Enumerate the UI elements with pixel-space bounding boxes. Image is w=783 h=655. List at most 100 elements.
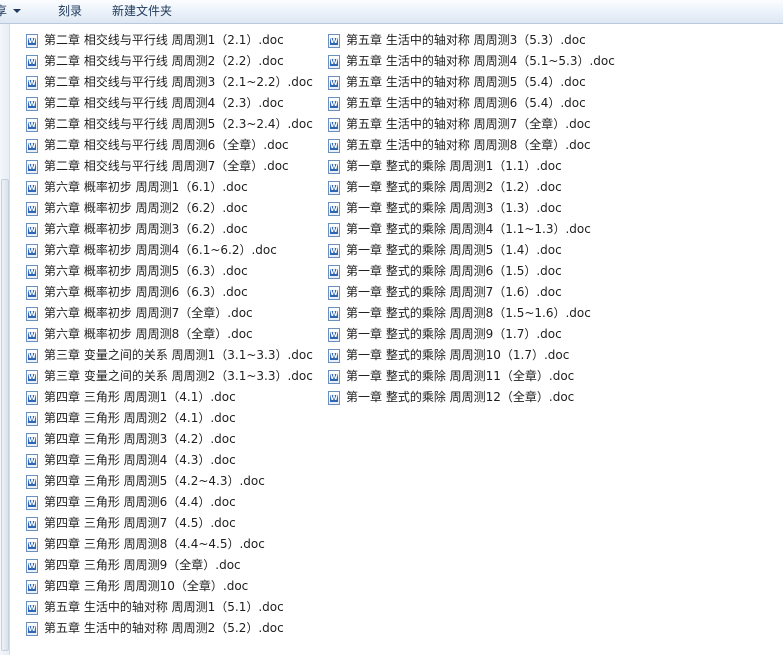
file-name: 第一章 整式的乘除 周周测5（1.4）.doc [346,243,562,257]
file-name: 第四章 三角形 周周测10（全章）.doc [44,579,249,593]
word-document-icon [26,306,38,321]
file-item[interactable]: 第一章 整式的乘除 周周测8（1.5~1.6）.doc [328,303,615,324]
file-list-column-right: 第五章 生活中的轴对称 周周测3（5.3）.doc 第五章 生活中的轴对称 周周测… [328,30,615,408]
file-item[interactable]: 第六章 概率初步 周周测6（6.3）.doc [26,282,313,303]
file-item[interactable]: 第四章 三角形 周周测6（4.4）.doc [26,492,313,513]
file-item[interactable]: 第一章 整式的乘除 周周测6（1.5）.doc [328,261,615,282]
file-item[interactable]: 第四章 三角形 周周测9（全章）.doc [26,555,313,576]
file-item[interactable]: 第六章 概率初步 周周测2（6.2）.doc [26,198,313,219]
word-document-icon [26,558,38,573]
file-item[interactable]: 第六章 概率初步 周周测1（6.1）.doc [26,177,313,198]
file-item[interactable]: 第一章 整式的乘除 周周测11（全章）.doc [328,366,615,387]
share-label: 享 [0,4,8,18]
file-item[interactable]: 第四章 三角形 周周测8（4.4~4.5）.doc [26,534,313,555]
word-document-icon [328,369,340,384]
file-item[interactable]: 第四章 三角形 周周测2（4.1）.doc [26,408,313,429]
word-document-icon [26,96,38,111]
file-item[interactable]: 第四章 三角形 周周测5（4.2~4.3）.doc [26,471,313,492]
file-item[interactable]: 第五章 生活中的轴对称 周周测5（5.4）.doc [328,72,615,93]
word-document-icon [26,159,38,174]
file-item[interactable]: 第一章 整式的乘除 周周测3（1.3）.doc [328,198,615,219]
file-name: 第一章 整式的乘除 周周测7（1.6）.doc [346,285,562,299]
file-name: 第五章 生活中的轴对称 周周测3（5.3）.doc [346,33,586,47]
file-item[interactable]: 第二章 相交线与平行线 周周测6（全章）.doc [26,135,313,156]
word-document-icon [26,432,38,447]
word-document-icon [26,327,38,342]
file-item[interactable]: 第二章 相交线与平行线 周周测7（全章）.doc [26,156,313,177]
word-document-icon [26,33,38,48]
file-name: 第四章 三角形 周周测7（4.5）.doc [44,516,236,530]
file-name: 第六章 概率初步 周周测5（6.3）.doc [44,264,248,278]
file-item[interactable]: 第一章 整式的乘除 周周测9（1.7）.doc [328,324,615,345]
word-document-icon [26,222,38,237]
file-item[interactable]: 第六章 概率初步 周周测4（6.1~6.2）.doc [26,240,313,261]
word-document-icon [26,495,38,510]
file-item[interactable]: 第二章 相交线与平行线 周周测2（2.2）.doc [26,51,313,72]
file-item[interactable]: 第六章 概率初步 周周测8（全章）.doc [26,324,313,345]
word-document-icon [328,138,340,153]
word-document-icon [26,621,38,636]
file-name: 第三章 变量之间的关系 周周测2（3.1~3.3）.doc [44,369,313,383]
file-name: 第四章 三角形 周周测2（4.1）.doc [44,411,236,425]
file-item[interactable]: 第五章 生活中的轴对称 周周测8（全章）.doc [328,135,615,156]
file-name: 第一章 整式的乘除 周周测1（1.1）.doc [346,159,562,173]
file-item[interactable]: 第五章 生活中的轴对称 周周测3（5.3）.doc [328,30,615,51]
file-item[interactable]: 第一章 整式的乘除 周周测5（1.4）.doc [328,240,615,261]
file-name: 第六章 概率初步 周周测1（6.1）.doc [44,180,248,194]
file-item[interactable]: 第一章 整式的乘除 周周测7（1.6）.doc [328,282,615,303]
file-name: 第六章 概率初步 周周测6（6.3）.doc [44,285,248,299]
file-item[interactable]: 第一章 整式的乘除 周周测10（1.7）.doc [328,345,615,366]
file-item[interactable]: 第五章 生活中的轴对称 周周测6（5.4）.doc [328,93,615,114]
file-item[interactable]: 第四章 三角形 周周测4（4.3）.doc [26,450,313,471]
file-name: 第一章 整式的乘除 周周测10（1.7）.doc [346,348,570,362]
burn-button[interactable]: 刻录 [58,2,82,20]
file-item[interactable]: 第一章 整式的乘除 周周测12（全章）.doc [328,387,615,408]
file-item[interactable]: 第二章 相交线与平行线 周周测4（2.3）.doc [26,93,313,114]
word-document-icon [26,600,38,615]
file-item[interactable]: 第三章 变量之间的关系 周周测1（3.1~3.3）.doc [26,345,313,366]
navigation-pane-edge [0,24,10,655]
file-name: 第一章 整式的乘除 周周测11（全章）.doc [346,369,575,383]
file-item[interactable]: 第四章 三角形 周周测3（4.2）.doc [26,429,313,450]
file-name: 第一章 整式的乘除 周周测4（1.1~1.3）.doc [346,222,591,236]
file-name: 第二章 相交线与平行线 周周测6（全章）.doc [44,138,289,152]
file-name: 第六章 概率初步 周周测8（全章）.doc [44,327,253,341]
word-document-icon [328,180,340,195]
word-document-icon [26,537,38,552]
word-document-icon [26,243,38,258]
file-name: 第一章 整式的乘除 周周测12（全章）.doc [346,390,575,404]
file-name: 第二章 相交线与平行线 周周测4（2.3）.doc [44,96,284,110]
file-name: 第一章 整式的乘除 周周测6（1.5）.doc [346,264,562,278]
file-item[interactable]: 第一章 整式的乘除 周周测2（1.2）.doc [328,177,615,198]
word-document-icon [26,516,38,531]
file-item[interactable]: 第二章 相交线与平行线 周周测3（2.1~2.2）.doc [26,72,313,93]
file-item[interactable]: 第一章 整式的乘除 周周测1（1.1）.doc [328,156,615,177]
file-item[interactable]: 第六章 概率初步 周周测5（6.3）.doc [26,261,313,282]
file-name: 第六章 概率初步 周周测3（6.2）.doc [44,222,248,236]
file-item[interactable]: 第四章 三角形 周周测10（全章）.doc [26,576,313,597]
share-menu-button[interactable]: 享 [0,2,22,20]
word-document-icon [26,285,38,300]
file-item[interactable]: 第一章 整式的乘除 周周测4（1.1~1.3）.doc [328,219,615,240]
file-item[interactable]: 第四章 三角形 周周测1（4.1）.doc [26,387,313,408]
file-item[interactable]: 第四章 三角形 周周测7（4.5）.doc [26,513,313,534]
word-document-icon [328,54,340,69]
file-name: 第一章 整式的乘除 周周测2（1.2）.doc [346,180,562,194]
file-item[interactable]: 第六章 概率初步 周周测3（6.2）.doc [26,219,313,240]
word-document-icon [328,348,340,363]
word-document-icon [26,180,38,195]
file-item[interactable]: 第二章 相交线与平行线 周周测1（2.1）.doc [26,30,313,51]
file-item[interactable]: 第五章 生活中的轴对称 周周测4（5.1~5.3）.doc [328,51,615,72]
file-item[interactable]: 第五章 生活中的轴对称 周周测1（5.1）.doc [26,597,313,618]
new-folder-button[interactable]: 新建文件夹 [112,2,172,20]
file-item[interactable]: 第六章 概率初步 周周测7（全章）.doc [26,303,313,324]
file-name: 第二章 相交线与平行线 周周测1（2.1）.doc [44,33,284,47]
navigation-pane-scrollbar[interactable] [1,179,9,651]
file-name: 第四章 三角形 周周测1（4.1）.doc [44,390,236,404]
file-item[interactable]: 第五章 生活中的轴对称 周周测2（5.2）.doc [26,618,313,639]
file-name: 第二章 相交线与平行线 周周测2（2.2）.doc [44,54,284,68]
file-item[interactable]: 第二章 相交线与平行线 周周测5（2.3~2.4）.doc [26,114,313,135]
word-document-icon [26,54,38,69]
file-item[interactable]: 第五章 生活中的轴对称 周周测7（全章）.doc [328,114,615,135]
file-item[interactable]: 第三章 变量之间的关系 周周测2（3.1~3.3）.doc [26,366,313,387]
